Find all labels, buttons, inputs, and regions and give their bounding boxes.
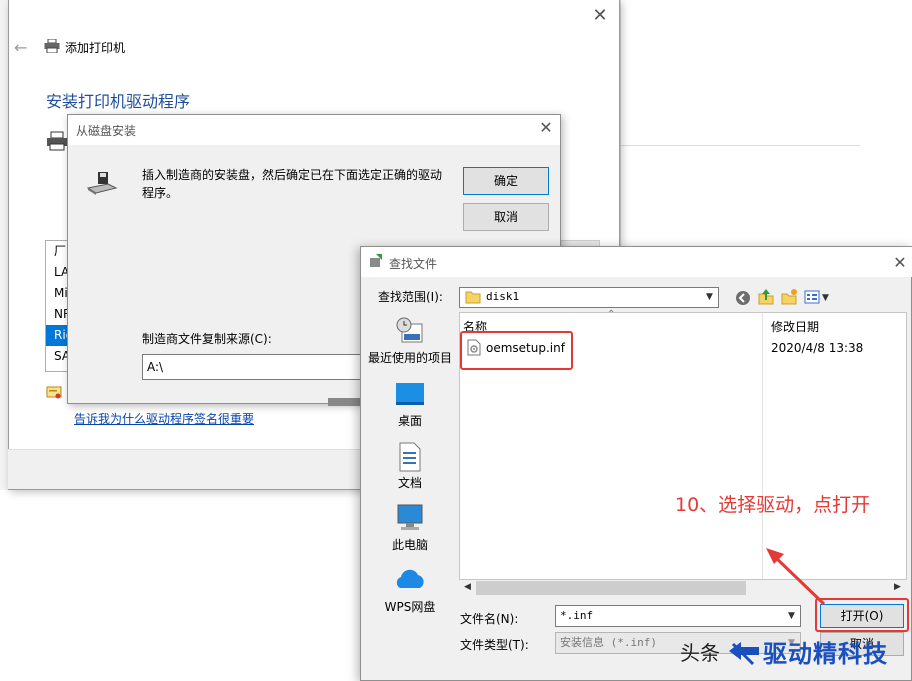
place-label: 桌面	[397, 414, 422, 428]
dialog-titlebar	[361, 247, 912, 277]
new-folder-icon[interactable]	[780, 288, 798, 306]
printer-icon	[47, 131, 67, 151]
column-header-modified[interactable]: 修改日期	[771, 318, 819, 335]
place-computer[interactable]: 此电脑	[366, 502, 454, 554]
wizard-heading: 安装打印机驱动程序	[46, 92, 191, 111]
place-recent[interactable]: 最近使用的项目	[366, 316, 454, 366]
computer-icon	[397, 504, 423, 530]
sort-ascending-icon: ⌃	[607, 309, 616, 320]
ok-button[interactable]: 确定	[463, 167, 549, 195]
floppy-drive-icon	[86, 172, 118, 195]
printer-icon	[44, 39, 60, 53]
file-name-label: 文件名(N):	[460, 612, 519, 626]
place-desktop[interactable]: 桌面	[366, 380, 454, 430]
back-icon[interactable]	[734, 289, 752, 307]
chevron-down-icon[interactable]: ▼	[788, 611, 795, 621]
desktop-icon	[396, 383, 424, 405]
chevron-down-icon: ▼	[706, 292, 713, 302]
place-documents[interactable]: 文档	[366, 440, 454, 492]
watermark-logo-icon	[729, 642, 759, 666]
documents-icon	[399, 442, 421, 472]
dialog-title: 从磁盘安装	[76, 124, 137, 138]
scroll-left-icon[interactable]: ◀	[464, 582, 471, 592]
annotation-arrow-icon	[766, 548, 826, 606]
desktop-background	[0, 490, 360, 681]
cloud-icon	[396, 569, 424, 588]
annotation-text: 10、选择驱动，点打开	[675, 494, 871, 516]
dialog-message: 插入制造商的安装盘，然后确定已在下面选定正确的驱动程序。	[142, 168, 443, 200]
recent-icon	[396, 317, 423, 343]
watermark-brand: 驱动精科技	[763, 640, 888, 668]
look-in-value: disk1	[486, 290, 520, 303]
background-divider	[620, 145, 860, 146]
up-folder-icon[interactable]	[757, 288, 775, 306]
scrollbar-thumb[interactable]	[476, 581, 746, 595]
place-label: 最近使用的项目	[367, 351, 452, 365]
watermark-prefix: 头条	[680, 641, 720, 665]
selection-artifact	[640, 352, 654, 552]
dialog-edge	[328, 398, 364, 406]
close-icon[interactable]: ✕	[890, 253, 910, 273]
copy-from-input[interactable]: A:\	[142, 354, 362, 380]
driver-signing-link[interactable]: 告诉我为什么驱动程序签名很重要	[74, 410, 254, 427]
cancel-button[interactable]: 取消	[463, 203, 549, 231]
certificate-icon	[46, 386, 62, 399]
dialog-titlebar	[68, 115, 560, 145]
background-divider	[620, 0, 621, 250]
highlight-box-file	[460, 331, 573, 370]
wizard-title: 添加打印机	[65, 41, 126, 55]
file-row-modified: 2020/4/8 13:38	[771, 341, 864, 355]
place-label: WPS网盘	[384, 600, 436, 614]
place-label: 文档	[397, 476, 422, 490]
view-menu-icon[interactable]	[804, 289, 822, 307]
back-arrow-icon[interactable]: ←	[14, 38, 27, 57]
wizard-close-icon[interactable]: ✕	[590, 6, 610, 26]
chevron-down-icon[interactable]: ▼	[822, 293, 829, 303]
place-label: 此电脑	[391, 538, 428, 552]
dialog-title: 查找文件	[389, 257, 438, 271]
place-wps-cloud[interactable]: WPS网盘	[366, 566, 454, 616]
close-icon[interactable]: ✕	[536, 118, 556, 138]
copy-from-label: 制造商文件复制来源(C):	[142, 332, 272, 346]
folder-arrow-icon	[370, 254, 382, 267]
file-type-label: 文件类型(T):	[460, 638, 529, 652]
scroll-right-icon[interactable]: ▶	[894, 582, 901, 592]
look-in-label: 查找范围(I):	[378, 290, 443, 304]
folder-icon	[465, 291, 481, 304]
